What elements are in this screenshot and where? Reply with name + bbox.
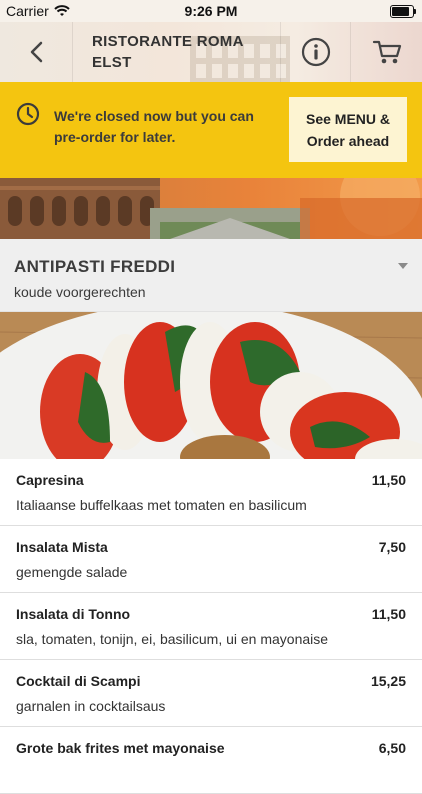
item-price: 6,50 — [378, 740, 406, 756]
item-name: Cocktail di Scampi — [16, 673, 141, 689]
app-header: RISTORANTE ROMA ELST — [0, 22, 422, 82]
header-divider — [350, 22, 351, 82]
caprese-image — [0, 312, 422, 459]
item-description: gemengde salade — [16, 564, 128, 580]
restaurant-name: RISTORANTE ROMA — [92, 33, 244, 50]
menu-item[interactable]: Grote bak frites met mayonaise 6,50 — [0, 727, 422, 794]
item-name: Grote bak frites met mayonaise — [16, 740, 225, 756]
menu-item-list: Capresina Italiaanse buffelkaas met toma… — [0, 459, 422, 794]
category-header[interactable]: ANTIPASTI FREDDI koude voorgerechten — [0, 239, 422, 312]
item-price: 11,50 — [371, 606, 406, 622]
rome-hero-image — [0, 178, 422, 239]
cart-button[interactable] — [352, 22, 422, 82]
item-name: Insalata di Tonno — [16, 606, 131, 622]
caret-down-icon — [398, 263, 408, 269]
battery-icon — [390, 5, 416, 18]
clock-time: 9:26 PM — [184, 3, 238, 19]
cart-icon — [372, 40, 402, 64]
menu-item[interactable]: Insalata di Tonno sla, tomaten, tonijn, … — [0, 593, 422, 660]
header-divider — [72, 22, 73, 82]
category-name: ANTIPASTI FREDDI — [14, 257, 176, 276]
restaurant-title: RISTORANTE ROMA ELST — [92, 31, 272, 73]
item-name: Capresina — [16, 472, 84, 488]
item-price: 15,25 — [370, 673, 406, 689]
info-icon — [301, 37, 331, 67]
order-button-line2: Order ahead — [306, 132, 390, 149]
status-bar: Carrier 9:26 PM — [0, 0, 422, 22]
closed-banner: We're closed now but you can pre-order f… — [0, 82, 422, 178]
menu-item[interactable]: Cocktail di Scampi garnalen in cocktails… — [0, 660, 422, 727]
item-price: 7,50 — [378, 539, 406, 555]
clock-icon — [16, 102, 40, 126]
back-button[interactable] — [0, 22, 72, 82]
item-price: 11,50 — [371, 472, 406, 488]
info-button[interactable] — [282, 22, 350, 82]
category-subtitle: koude voorgerechten — [14, 284, 146, 300]
menu-item[interactable]: Insalata Mista gemengde salade 7,50 — [0, 526, 422, 593]
see-menu-order-ahead-button[interactable]: See MENU & Order ahead — [289, 97, 407, 162]
menu-item[interactable]: Capresina Italiaanse buffelkaas met toma… — [0, 459, 422, 526]
header-divider — [280, 22, 281, 82]
chevron-left-icon — [30, 41, 43, 63]
item-description: garnalen in cocktailsaus — [16, 698, 166, 714]
item-description: sla, tomaten, tonijn, ei, basilicum, ui … — [16, 631, 329, 647]
restaurant-location: ELST — [92, 54, 132, 71]
item-name: Insalata Mista — [16, 539, 108, 555]
closed-message: We're closed now but you can pre-order f… — [54, 108, 254, 145]
item-description: Italiaanse buffelkaas met tomaten en bas… — [16, 497, 307, 513]
order-button-line1: See MENU & — [305, 110, 391, 127]
